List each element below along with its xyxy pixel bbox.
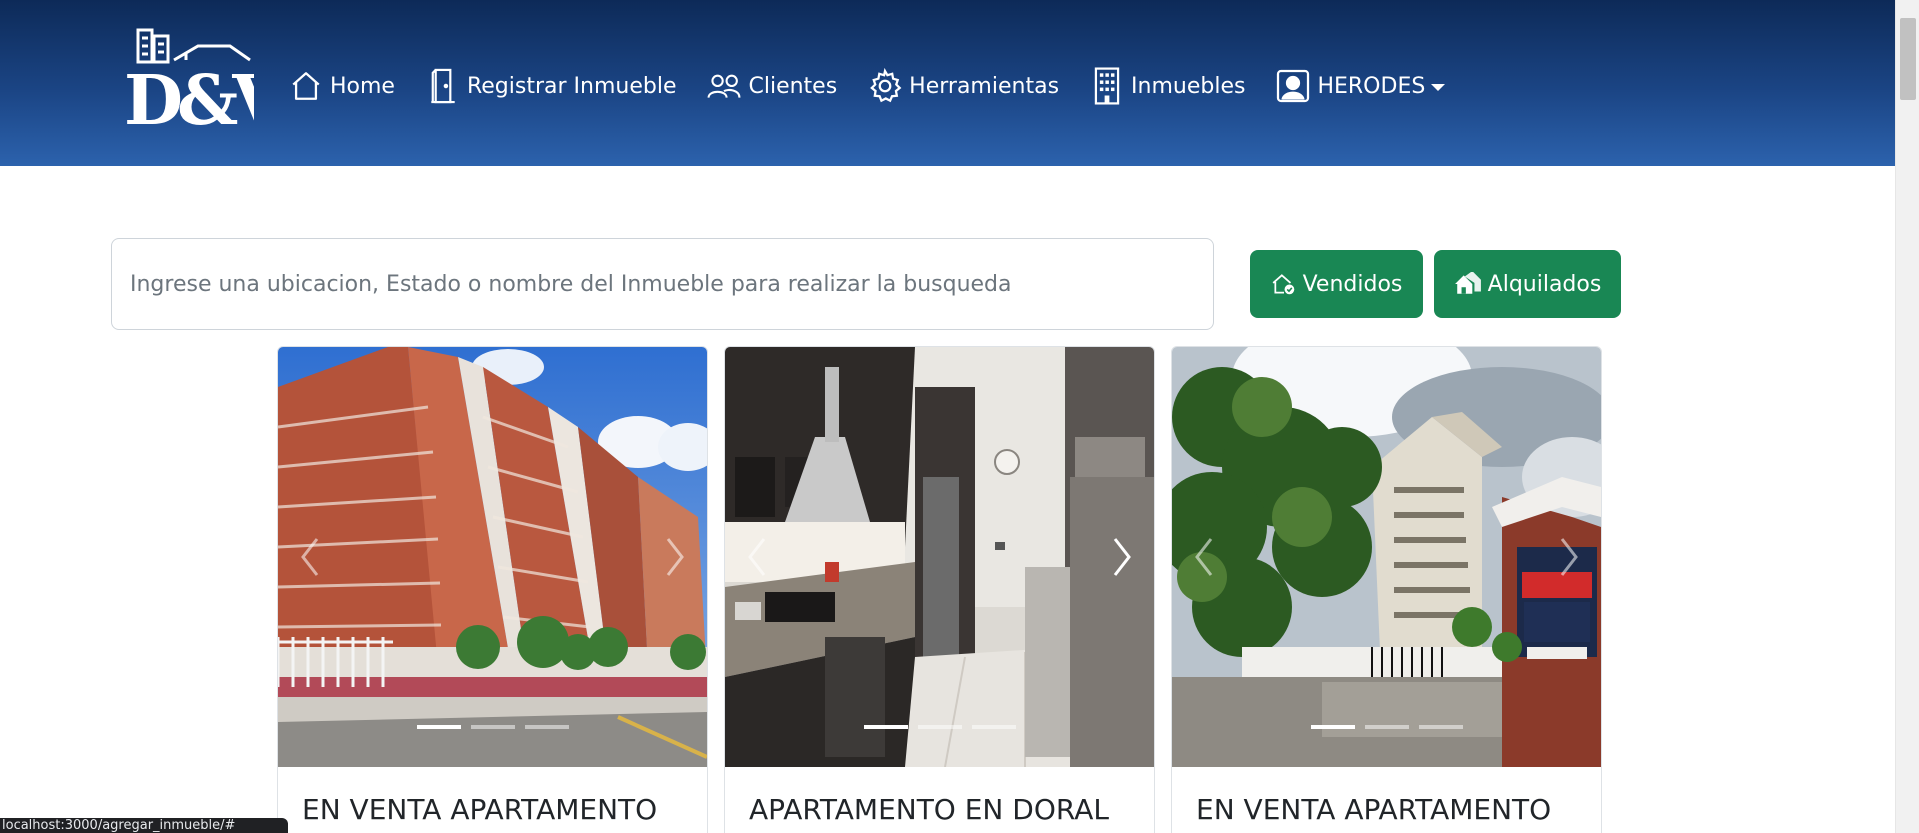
- property-card[interactable]: EN VENTA APARTAMENTO: [277, 346, 708, 833]
- nav-registrar-label: Registrar Inmueble: [466, 73, 677, 99]
- dv-logo[interactable]: D&V: [122, 24, 292, 141]
- building-icon: [1089, 66, 1125, 106]
- scrollbar-thumb[interactable]: [1900, 18, 1916, 100]
- property-title[interactable]: APARTAMENTO EN DORAL: [749, 793, 1109, 826]
- property-card[interactable]: APARTAMENTO EN DORAL: [724, 346, 1155, 833]
- nav-home-label: Home: [330, 73, 395, 99]
- houses-icon: [1454, 272, 1482, 296]
- carousel-indicator[interactable]: [1310, 725, 1355, 729]
- carousel-indicators: [278, 725, 707, 729]
- nav-inmuebles[interactable]: Inmuebles: [1089, 66, 1245, 106]
- carousel-indicator[interactable]: [971, 725, 1016, 729]
- property-title[interactable]: EN VENTA APARTAMENTO: [1196, 793, 1551, 826]
- people-icon: [706, 66, 742, 106]
- gear-icon: [867, 66, 903, 106]
- property-card[interactable]: EN VENTA APARTAMENTO: [1171, 346, 1602, 833]
- nav-clientes[interactable]: Clientes: [706, 66, 837, 106]
- door-icon: [425, 66, 461, 106]
- carousel-prev-button[interactable]: [1184, 527, 1224, 587]
- carousel-next-button[interactable]: [1102, 527, 1142, 587]
- carousel-indicator[interactable]: [917, 725, 962, 729]
- caret-down-icon: [1431, 83, 1446, 91]
- carousel-prev-button[interactable]: [737, 527, 777, 587]
- carousel-indicator[interactable]: [1418, 725, 1463, 729]
- carousel-indicators: [725, 725, 1154, 729]
- nav-home[interactable]: Home: [288, 66, 395, 106]
- search-input[interactable]: [111, 238, 1214, 330]
- property-photo[interactable]: [725, 347, 1154, 767]
- carousel-indicator[interactable]: [524, 725, 569, 729]
- property-photo[interactable]: [1172, 347, 1601, 767]
- carousel-indicator[interactable]: [416, 725, 461, 729]
- carousel-indicator[interactable]: [1364, 725, 1409, 729]
- alquilados-button[interactable]: Alquilados: [1434, 250, 1621, 318]
- logo-wordmark: D&V: [124, 61, 254, 128]
- person-badge-icon: [1275, 66, 1311, 106]
- browser-status-url: localhost:3000/agregar_inmueble/#: [0, 818, 288, 833]
- property-photo[interactable]: [278, 347, 707, 767]
- carousel-next-button[interactable]: [655, 527, 695, 587]
- nav-clientes-label: Clientes: [748, 73, 838, 99]
- top-navbar: D&V Home Registrar Inmueble Clientes: [0, 0, 1895, 166]
- carousel-indicator[interactable]: [863, 725, 908, 729]
- nav-herramientas-label: Herramientas: [909, 73, 1060, 99]
- carousel-indicator[interactable]: [470, 725, 515, 729]
- nav-inmuebles-label: Inmuebles: [1131, 73, 1246, 99]
- house-icon: [288, 66, 324, 106]
- user-name-label: HERODES: [1317, 73, 1426, 99]
- nav-registrar-inmueble[interactable]: Registrar Inmueble: [425, 66, 677, 106]
- vendidos-button[interactable]: Vendidos: [1250, 250, 1423, 318]
- carousel-next-button[interactable]: [1549, 527, 1589, 587]
- nav-menu: Home Registrar Inmueble Clientes Herrami…: [288, 58, 1475, 114]
- page-scrollbar[interactable]: [1895, 0, 1919, 833]
- vendidos-label: Vendidos: [1302, 271, 1403, 297]
- user-menu-dropdown[interactable]: HERODES: [1275, 66, 1446, 106]
- property-title[interactable]: EN VENTA APARTAMENTO: [302, 793, 657, 826]
- alquilados-label: Alquilados: [1487, 271, 1602, 297]
- carousel-indicators: [1172, 725, 1601, 729]
- carousel-prev-button[interactable]: [290, 527, 330, 587]
- house-check-icon: [1271, 272, 1297, 296]
- nav-herramientas[interactable]: Herramientas: [867, 66, 1059, 106]
